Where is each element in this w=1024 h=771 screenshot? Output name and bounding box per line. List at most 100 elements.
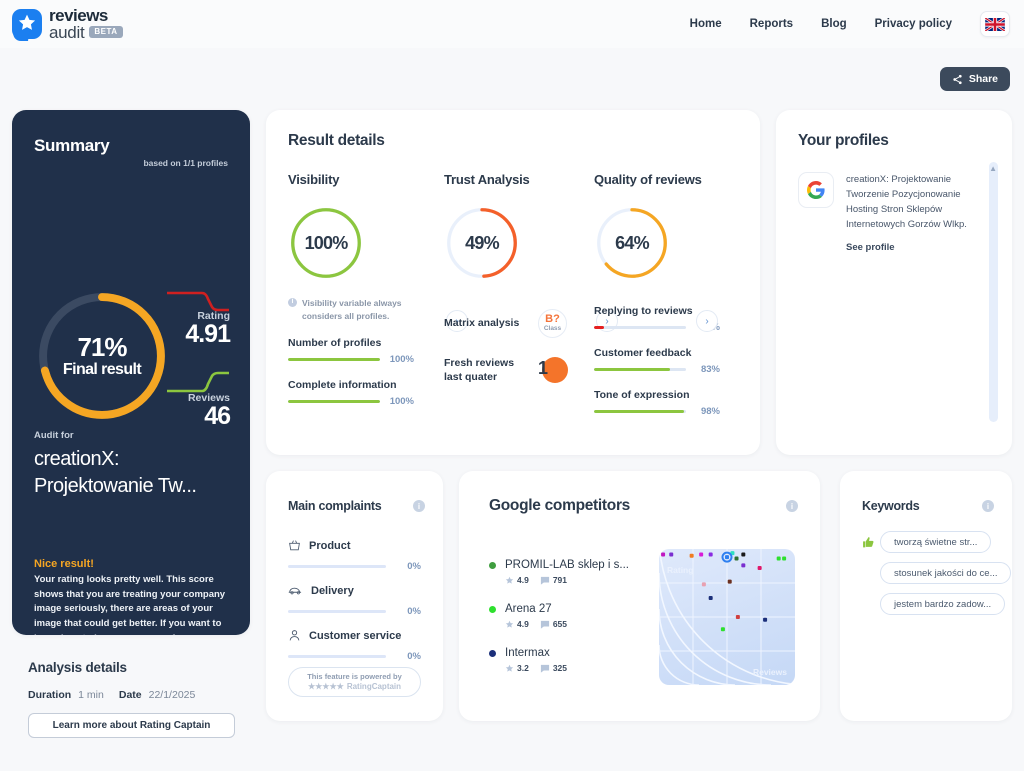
nav-item-blog[interactable]: Blog bbox=[821, 18, 847, 30]
visibility-title: Visibility bbox=[288, 172, 340, 187]
main-complaints-header: Main complaints i bbox=[288, 499, 425, 513]
comment-icon bbox=[540, 620, 549, 629]
matrix-class-badge: B? Class bbox=[538, 309, 567, 338]
quality-expand-button[interactable]: › bbox=[696, 310, 718, 332]
competitor-color-dot bbox=[489, 649, 496, 657]
basket-icon bbox=[289, 540, 300, 551]
share-button[interactable]: Share bbox=[939, 67, 1010, 91]
competitor-rating: 4.9 bbox=[505, 575, 529, 585]
reviews-stat: Reviews 46 bbox=[188, 392, 231, 430]
main-nav: Home Reports Blog Privacy policy bbox=[690, 11, 1010, 37]
rating-captain-label: RatingCaptain bbox=[346, 681, 402, 691]
rating-stat: Rating 4.91 bbox=[185, 310, 231, 348]
metric-label: Customer feedback bbox=[594, 347, 692, 359]
metric-bar bbox=[594, 326, 686, 329]
metric-tone-of-expression: Tone of expression 98% bbox=[594, 389, 734, 417]
brand-logo[interactable]: reviews audit BETA bbox=[12, 7, 123, 41]
competitor-item[interactable]: Arena 27 4.9 655 bbox=[489, 603, 629, 629]
keyword-pill[interactable]: tworzą świetne str... bbox=[880, 531, 992, 553]
complaint-label: Delivery bbox=[311, 584, 354, 597]
your-profiles-title: Your profiles bbox=[798, 132, 889, 149]
summary-title: Summary bbox=[34, 136, 110, 155]
nav-item-privacy-policy[interactable]: Privacy policy bbox=[875, 18, 952, 30]
quality-ring: 64% bbox=[594, 205, 670, 281]
nav-item-home[interactable]: Home bbox=[690, 18, 722, 30]
reviews-audit-logo-icon bbox=[12, 9, 42, 41]
visibility-percent: 100% bbox=[304, 232, 349, 253]
car-icon bbox=[288, 587, 302, 595]
result-column-trust-analysis: Trust Analysis 49% Matrix analysis B? Cl… bbox=[444, 172, 574, 384]
metric-bar bbox=[594, 410, 686, 413]
fresh-reviews-value: 1 bbox=[538, 358, 549, 379]
result-column-quality-of-reviews: Quality of reviews 64% Replying to revie… bbox=[594, 172, 734, 417]
rating-value: 4.91 bbox=[185, 320, 231, 348]
duration-label: Duration bbox=[28, 689, 72, 701]
competitor-item[interactable]: PROMIL-LAB sklep i s... 4.9 791 bbox=[489, 559, 629, 585]
complaint-item-delivery: Delivery 0% bbox=[288, 584, 421, 617]
top-header: reviews audit BETA Home Reports Blog Pri… bbox=[0, 0, 1024, 48]
chevron-up-icon[interactable]: ▲ bbox=[989, 164, 997, 173]
metric-value: 100% bbox=[389, 353, 414, 365]
date-label: Date bbox=[118, 689, 142, 701]
competitor-item[interactable]: Intermax 3.2 325 bbox=[489, 647, 629, 673]
info-icon[interactable]: i bbox=[413, 500, 425, 512]
matrix-class-label: Class bbox=[543, 325, 562, 333]
keywords-header: Keywords i bbox=[862, 499, 994, 513]
competitor-color-dot bbox=[489, 605, 496, 613]
person-icon bbox=[289, 630, 300, 641]
keyword-pill[interactable]: jestem bardzo zadow... bbox=[880, 593, 1006, 615]
star-icon bbox=[505, 664, 514, 672]
language-selector[interactable] bbox=[980, 11, 1010, 37]
analysis-details: Analysis details Duration 1 min Date 22/… bbox=[28, 660, 235, 738]
result-body-text: Your rating looks pretty well. This scor… bbox=[34, 574, 226, 635]
fresh-reviews-badge: 1 bbox=[538, 356, 568, 384]
complaint-bar bbox=[288, 565, 386, 568]
final-result-label: Final result bbox=[62, 360, 142, 378]
powered-by-text: This feature is powered by bbox=[307, 672, 402, 682]
competitor-name: Intermax bbox=[505, 647, 550, 659]
duration-value: 1 min bbox=[78, 689, 104, 701]
powered-by-badge: This feature is powered by ★★★★★ RatingC… bbox=[288, 667, 421, 697]
trust-analysis-ring: 49% bbox=[444, 205, 520, 281]
audit-for-label: Audit for bbox=[34, 430, 74, 441]
keyword-row: stosunek jakości do ce... bbox=[880, 562, 1011, 584]
competitor-rating: 4.9 bbox=[505, 619, 529, 629]
metric-bar bbox=[288, 399, 380, 403]
trust-analysis-percent: 49% bbox=[465, 232, 499, 253]
quality-of-reviews-title: Quality of reviews bbox=[594, 172, 702, 187]
metric-value: 83% bbox=[700, 364, 720, 375]
rating-captain-logo: ★★★★★ RatingCaptain bbox=[308, 682, 401, 692]
result-details-card: Result details Visibility 100% i Visibil… bbox=[266, 110, 760, 455]
google-icon bbox=[798, 172, 834, 208]
complaint-item-product: Product 0% bbox=[288, 539, 421, 572]
thumbs-up-icon bbox=[863, 536, 874, 547]
complaint-item-customer-service: Customer service 0% bbox=[288, 629, 421, 662]
comment-icon bbox=[540, 576, 549, 585]
info-icon[interactable]: i bbox=[982, 500, 994, 512]
see-profile-link[interactable]: See profile bbox=[846, 242, 978, 253]
info-icon[interactable]: i bbox=[786, 500, 798, 512]
info-icon: i bbox=[288, 298, 297, 307]
profile-list-item: creationX: Projektowanie Tworzenie Pozyc… bbox=[798, 172, 978, 253]
metric-bar bbox=[288, 357, 380, 361]
competitors-scatter-chart[interactable]: Rating Reviews bbox=[659, 549, 795, 685]
keyword-pill[interactable]: stosunek jakości do ce... bbox=[880, 562, 1011, 584]
nav-item-reports[interactable]: Reports bbox=[750, 18, 793, 30]
competitors-header: Google competitors i bbox=[489, 497, 798, 515]
share-icon bbox=[953, 74, 962, 84]
reviews-value: 46 bbox=[204, 402, 231, 430]
keywords-title: Keywords bbox=[862, 499, 920, 513]
keyword-row: jestem bardzo zadow... bbox=[880, 593, 1011, 615]
trust-analysis-title: Trust Analysis bbox=[444, 172, 530, 187]
analysis-title: Analysis details bbox=[28, 660, 127, 675]
audit-company-name: creationX: Projektowanie Tw... bbox=[34, 448, 197, 497]
matrix-analysis-label: Matrix analysis bbox=[444, 317, 520, 330]
competitor-reviews: 655 bbox=[540, 619, 567, 629]
metric-label: Tone of expression bbox=[594, 389, 690, 401]
rating-captain-button[interactable]: Learn more about Rating Captain bbox=[28, 713, 235, 738]
your-profiles-card: Your profiles creationX: Projektowanie T… bbox=[776, 110, 1012, 455]
profiles-scrollbar[interactable] bbox=[989, 162, 998, 422]
google-competitors-card: Google competitors i PROMIL-LAB sklep i … bbox=[459, 471, 820, 721]
competitor-name: PROMIL-LAB sklep i s... bbox=[505, 559, 629, 571]
matrix-analysis-row: Matrix analysis B? Class bbox=[444, 309, 574, 338]
